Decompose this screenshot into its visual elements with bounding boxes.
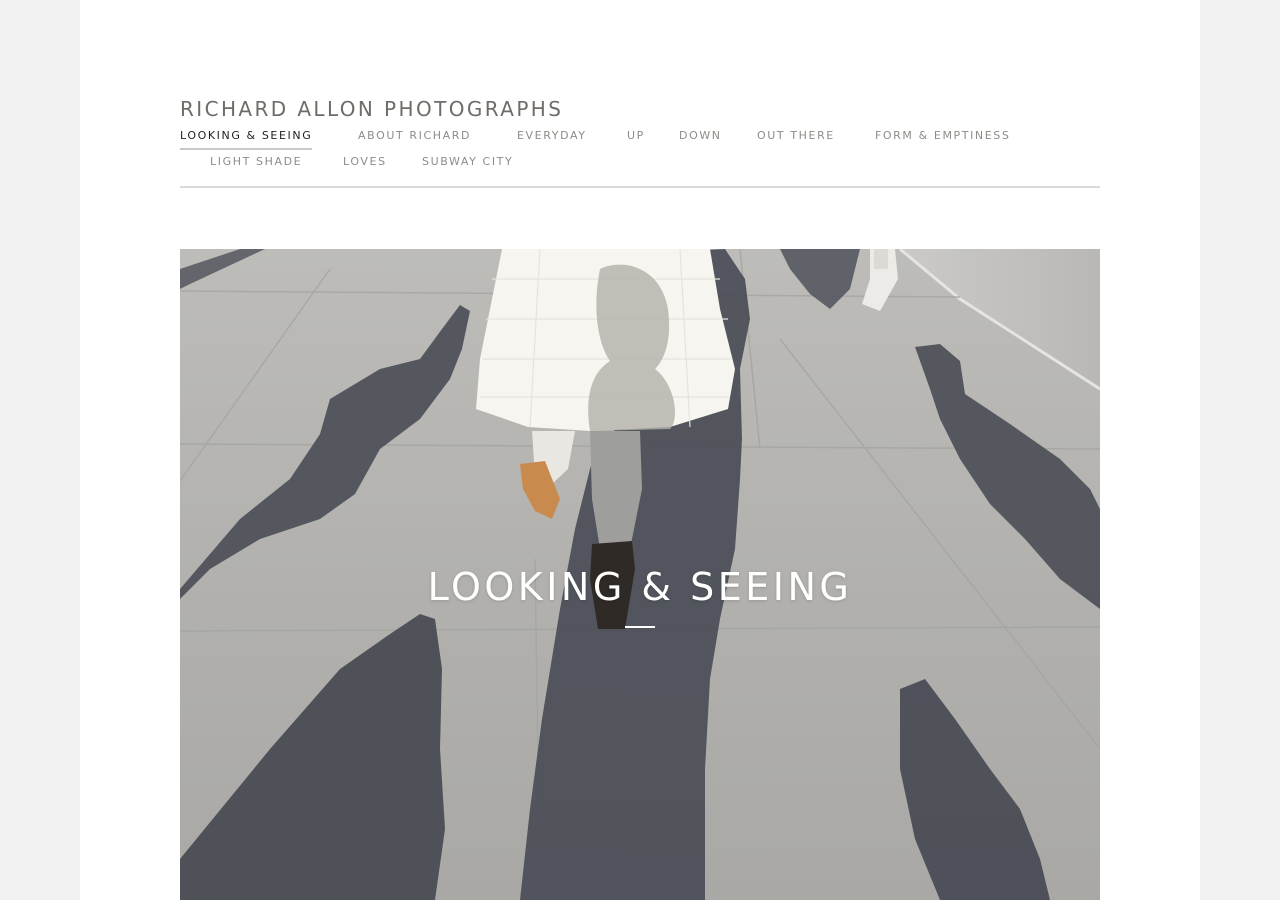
nav-item-everyday[interactable]: EVERYDAY <box>517 128 587 148</box>
nav-item-down[interactable]: DOWN <box>679 128 722 148</box>
page-content: RICHARD ALLON PHOTOGRAPHS LOOKING & SEEI… <box>80 0 1200 900</box>
nav-item-loves[interactable]: LOVES <box>343 154 387 174</box>
hero-banner[interactable]: LOOKING & SEEING <box>180 249 1100 900</box>
nav-item-looking-and-seeing[interactable]: LOOKING & SEEING <box>180 128 313 150</box>
nav-item-up[interactable]: UP <box>627 128 645 148</box>
nav-item-about-richard[interactable]: ABOUT RICHARD <box>358 128 471 148</box>
nav-item-subway-city[interactable]: SUBWAY CITY <box>422 154 513 174</box>
nav-item-form-and-emptiness[interactable]: FORM & EMPTINESS <box>875 128 1010 148</box>
hero-caption: LOOKING & SEEING <box>427 565 853 609</box>
hero-caption-divider <box>625 626 655 628</box>
main-navigation: LOOKING & SEEING ABOUT RICHARD EVERYDAY … <box>180 128 1100 188</box>
nav-item-light-shade[interactable]: LIGHT SHADE <box>210 154 302 174</box>
site-title[interactable]: RICHARD ALLON PHOTOGRAPHS <box>180 97 563 121</box>
nav-item-out-there[interactable]: OUT THERE <box>757 128 835 148</box>
